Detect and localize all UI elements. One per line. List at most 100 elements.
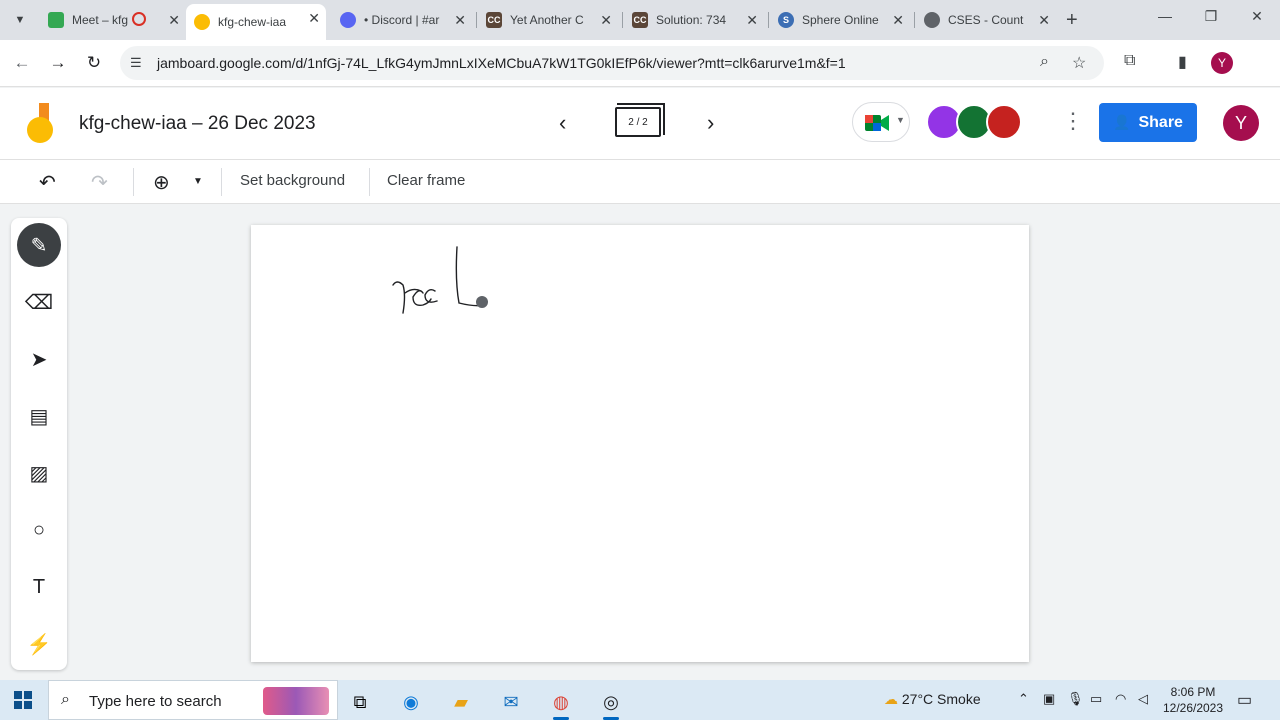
sticky-note-icon[interactable]: ▤	[17, 394, 61, 438]
close-icon[interactable]: ✕	[600, 12, 612, 28]
bookmark-star-icon[interactable]: ☆	[1072, 53, 1086, 73]
handwriting-rect-ink[interactable]	[251, 225, 1029, 662]
browser-tabstrip: ▼ Meet – kfg ✕ kfg-chew-iaa ✕ • Discord …	[0, 0, 1280, 40]
more-options-icon[interactable]: ⋮	[1062, 108, 1084, 134]
redo-icon[interactable]: ↷	[91, 170, 108, 195]
windows-taskbar: ⌕ Type here to search ⧉ ◉ ▰ ✉ ◍ ◎ ☁ 27°C…	[0, 680, 1280, 720]
share-button[interactable]: 👤 Share	[1099, 103, 1197, 142]
toolbar-divider	[133, 168, 134, 196]
tab-title: Meet – kfg	[72, 13, 129, 27]
extensions-icon[interactable]: ⧉	[1124, 52, 1135, 70]
clear-frame-button[interactable]: Clear frame	[387, 172, 465, 189]
search-placeholder: Type here to search	[89, 693, 222, 710]
tab-codechef-1[interactable]: CC Yet Another C ✕	[478, 6, 618, 34]
chrome-icon[interactable]: ◍	[541, 686, 581, 720]
minimize-icon[interactable]: —	[1142, 8, 1188, 24]
set-background-button[interactable]: Set background	[240, 172, 345, 189]
taskbar-search[interactable]: ⌕ Type here to search	[48, 680, 338, 720]
zoom-icon[interactable]: ⌕	[1040, 53, 1049, 71]
recording-icon	[132, 12, 146, 26]
globe-icon	[924, 12, 940, 28]
zoom-in-icon[interactable]: ⊕	[153, 170, 170, 195]
jamboard-toolbar: ↶ ↷ ⊕ ▼ Set background Clear frame	[0, 160, 1280, 204]
circle-shape-icon[interactable]: ○	[17, 508, 61, 552]
close-icon[interactable]: ✕	[746, 12, 758, 28]
close-icon[interactable]: ✕	[308, 10, 320, 26]
image-icon[interactable]: ▨	[17, 451, 61, 495]
person-icon: 👤	[1113, 114, 1131, 130]
address-bar[interactable]: ☰ jamboard.google.com/d/1nfGj-74L_LfkG4y…	[120, 46, 1104, 80]
collaborator-avatar-fox-icon[interactable]	[986, 104, 1022, 140]
jam-canvas[interactable]	[251, 225, 1029, 662]
tab-separator	[622, 12, 623, 28]
close-icon[interactable]: ✕	[892, 12, 904, 28]
close-icon[interactable]: ✕	[454, 12, 466, 28]
obs-icon[interactable]: ◎	[591, 686, 631, 720]
side-panel-icon[interactable]: ▮	[1178, 52, 1187, 72]
tab-title: • Discord | #ar	[364, 13, 440, 27]
edge-icon[interactable]: ◉	[391, 686, 431, 718]
document-title[interactable]: kfg-chew-iaa – 26 Dec 2023	[79, 113, 316, 135]
eraser-icon[interactable]: ⌫	[17, 280, 61, 324]
tray-app-icon[interactable]: ▣	[1043, 691, 1055, 707]
laser-icon[interactable]: ⚡	[17, 622, 61, 666]
next-frame-icon[interactable]: ›	[707, 110, 714, 136]
jamboard-header: kfg-chew-iaa – 26 Dec 2023 ‹ 2 / 2 › ▼ ⋮…	[0, 88, 1280, 160]
tab-codechef-2[interactable]: CC Solution: 734 ✕	[624, 6, 764, 34]
tab-title: kfg-chew-iaa	[218, 15, 287, 29]
new-tab-icon[interactable]: +	[1066, 10, 1078, 30]
previous-frame-icon[interactable]: ‹	[559, 110, 566, 136]
tab-spoj[interactable]: S Sphere Online ✕	[770, 6, 910, 34]
system-clock[interactable]: 8:06 PM 12/26/2023	[1158, 684, 1228, 716]
weather-icon: ☁	[884, 691, 898, 707]
spoj-icon: S	[778, 12, 794, 28]
weather-widget[interactable]: ☁ 27°C Smoke	[884, 691, 981, 708]
zoom-dropdown-icon[interactable]: ▼	[193, 176, 203, 187]
forward-icon[interactable]: →	[47, 53, 69, 73]
search-highlight-image	[263, 687, 329, 715]
chevron-up-icon[interactable]: ⌃	[1018, 691, 1029, 707]
microphone-icon[interactable]: 🎙	[1067, 691, 1084, 707]
site-info-icon[interactable]: ☰	[130, 55, 142, 71]
codechef-icon: CC	[486, 12, 502, 28]
tab-search-icon[interactable]: ▼	[8, 8, 32, 32]
restore-icon[interactable]: ❐	[1188, 8, 1234, 25]
tab-meet[interactable]: Meet – kfg ✕	[40, 6, 186, 34]
tab-cses[interactable]: CSES - Count ✕	[916, 6, 1056, 34]
discord-icon	[340, 12, 356, 28]
meet-button[interactable]: ▼	[852, 102, 910, 142]
browser-toolbar: ← → ↻ ☰ jamboard.google.com/d/1nfGj-74L_…	[0, 40, 1280, 87]
reload-icon[interactable]: ↻	[83, 53, 105, 73]
battery-icon[interactable]: ▭	[1090, 691, 1102, 707]
tab-separator	[914, 12, 915, 28]
close-icon[interactable]: ✕	[1038, 12, 1050, 28]
close-icon[interactable]: ✕	[168, 12, 180, 28]
notification-icon[interactable]: ▭	[1237, 690, 1252, 710]
volume-icon[interactable]: ◁	[1138, 691, 1148, 707]
share-label: Share	[1138, 113, 1183, 131]
toolbar-divider	[221, 168, 222, 196]
select-arrow-icon[interactable]: ➤	[17, 337, 61, 381]
frame-counter-text: 2 / 2	[628, 116, 648, 128]
tab-discord[interactable]: • Discord | #ar ✕	[332, 6, 472, 34]
account-avatar[interactable]: Y	[1223, 105, 1259, 141]
url-text[interactable]: jamboard.google.com/d/1nfGj-74L_LfkG4ymJ…	[157, 55, 846, 71]
weather-text: 27°C Smoke	[901, 691, 981, 707]
tab-title: Yet Another C	[510, 13, 584, 27]
wifi-icon[interactable]: ◠	[1115, 691, 1126, 707]
windows-start-icon[interactable]	[14, 691, 32, 709]
undo-icon[interactable]: ↶	[39, 170, 56, 195]
tab-title: CSES - Count	[948, 13, 1024, 27]
task-view-icon[interactable]: ⧉	[340, 686, 380, 718]
profile-avatar[interactable]: Y	[1211, 52, 1233, 74]
file-explorer-icon[interactable]: ▰	[441, 686, 481, 718]
text-box-icon[interactable]: T	[17, 565, 61, 609]
back-icon[interactable]: ←	[11, 53, 33, 73]
tab-separator	[768, 12, 769, 28]
tab-jamboard[interactable]: kfg-chew-iaa ✕	[186, 4, 326, 40]
mail-icon[interactable]: ✉	[491, 686, 531, 718]
frame-counter[interactable]: 2 / 2	[615, 103, 665, 137]
pen-icon[interactable]: ✎	[17, 223, 61, 267]
toolbar-divider	[369, 168, 370, 196]
close-window-icon[interactable]: ✕	[1234, 8, 1280, 25]
